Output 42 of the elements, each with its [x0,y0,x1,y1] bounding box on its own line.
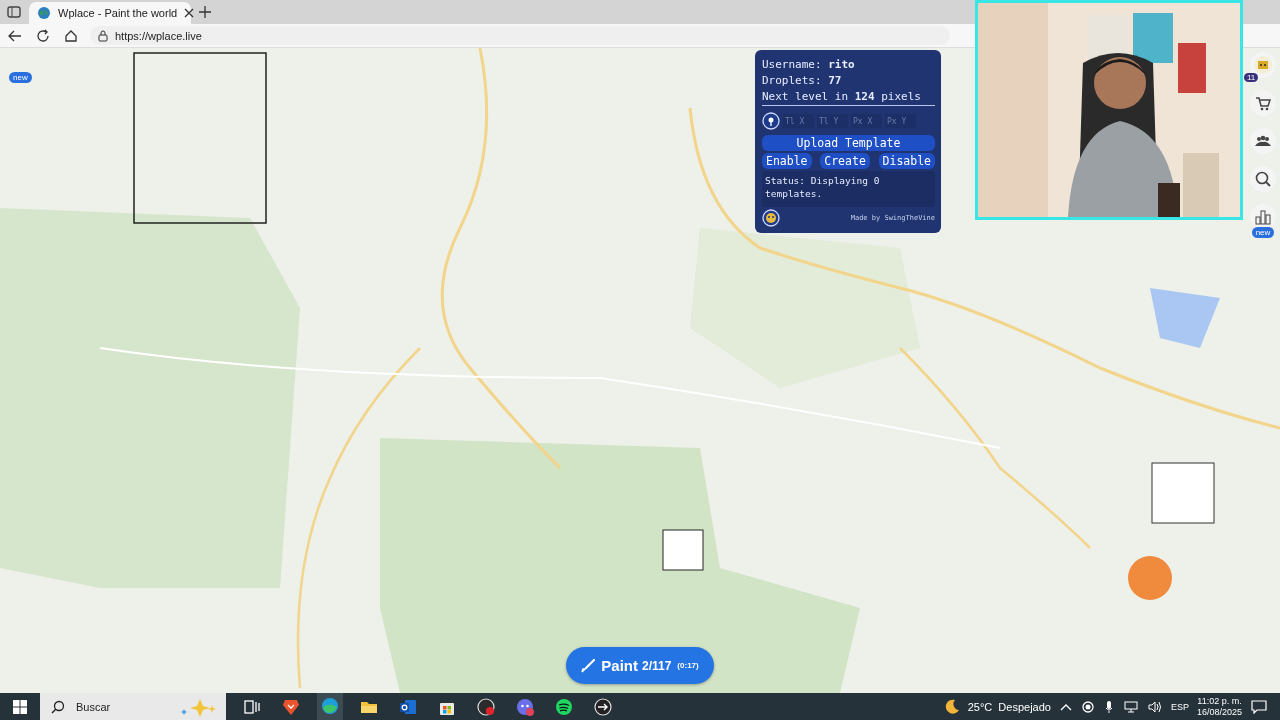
info-text: Username: rito [762,58,856,72]
coordinate-field[interactable]: Px Y [885,114,916,128]
location-pin-icon[interactable] [762,112,780,130]
browser-tab[interactable]: Wplace - Paint the world [29,2,191,24]
info-text: Next level in 124 pixels [762,90,935,106]
search-icon [51,700,65,714]
coordinate-field[interactable]: Px X [851,114,882,128]
status-text: Status: Displaying 0 templates. [762,171,935,207]
language-indicator[interactable]: ESP [1170,702,1189,712]
action-button[interactable]: Disable [878,153,935,169]
record-icon[interactable] [1080,701,1095,713]
new-badge: new [1251,227,1275,238]
network-icon[interactable] [1122,701,1139,713]
coordinate-field[interactable]: Tl Y [817,114,848,128]
new-tab-icon[interactable] [199,6,211,18]
browser-icon[interactable] [317,692,343,720]
new-badge: new [9,72,32,83]
tab-title: Wplace - Paint the world [58,7,178,19]
moon-icon [943,699,960,715]
action-button[interactable]: Enable [762,153,812,169]
action-button[interactable]: Create [820,153,870,169]
globe-icon [37,6,51,20]
clock-time: 11:02 p. m. [1197,696,1242,707]
clock-date: 16/08/2025 [1196,707,1242,718]
search-field[interactable]: Buscar [40,693,226,720]
speaker-icon[interactable] [1146,701,1163,713]
address-field[interactable]: https://wplace.live [90,26,950,45]
chevron-up-icon[interactable] [1058,703,1073,711]
lock-icon [98,29,108,42]
tab-actions-icon[interactable] [7,5,21,19]
info-text: Droplets: 77 [762,74,843,88]
weather-text: 25°C Despejado [967,701,1051,713]
upload-button[interactable]: Upload Template [762,135,935,151]
back-icon[interactable] [6,28,24,43]
reload-icon[interactable] [34,28,52,43]
close-icon[interactable] [184,8,195,18]
paint-button[interactable]: Paint 2/117 (0:17) [566,647,714,684]
notification-icon[interactable] [1250,700,1268,714]
brush-icon [581,658,596,673]
coordinate-field[interactable]: Tl X [783,114,814,128]
home-icon[interactable] [62,28,80,43]
count-badge: 11 [1244,73,1259,82]
